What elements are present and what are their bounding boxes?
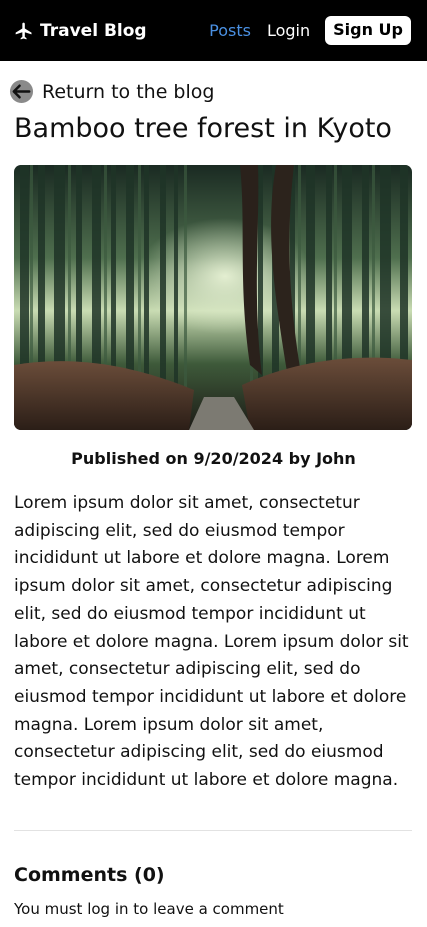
brand-link[interactable]: Travel Blog <box>14 21 147 41</box>
top-navbar: Travel Blog Posts Login Sign Up <box>0 0 427 61</box>
sign-up-button[interactable]: Sign Up <box>325 16 411 45</box>
nav-posts-link[interactable]: Posts <box>209 21 251 40</box>
arrow-left-icon <box>9 79 34 104</box>
bamboo-forest-photo <box>14 165 412 430</box>
post-meta: Published on 9/20/2024 by John <box>71 449 356 468</box>
post-body: Lorem ipsum dolor sit amet, consectetur … <box>14 493 409 791</box>
nav-login-link[interactable]: Login <box>267 21 310 40</box>
comments-heading: Comments (0) <box>14 864 165 886</box>
return-to-blog-link[interactable]: Return to the blog <box>9 79 214 104</box>
nav-links: Posts Login Sign Up <box>209 16 411 45</box>
airplane-icon <box>15 22 32 39</box>
brand-label: Travel Blog <box>40 20 147 41</box>
comments-divider <box>14 830 412 831</box>
post-image <box>14 165 412 430</box>
post-title: Bamboo tree forest in Kyoto <box>14 113 392 144</box>
comments-login-note: You must log in to leave a comment <box>14 900 284 918</box>
return-to-blog-label: Return to the blog <box>42 80 215 103</box>
